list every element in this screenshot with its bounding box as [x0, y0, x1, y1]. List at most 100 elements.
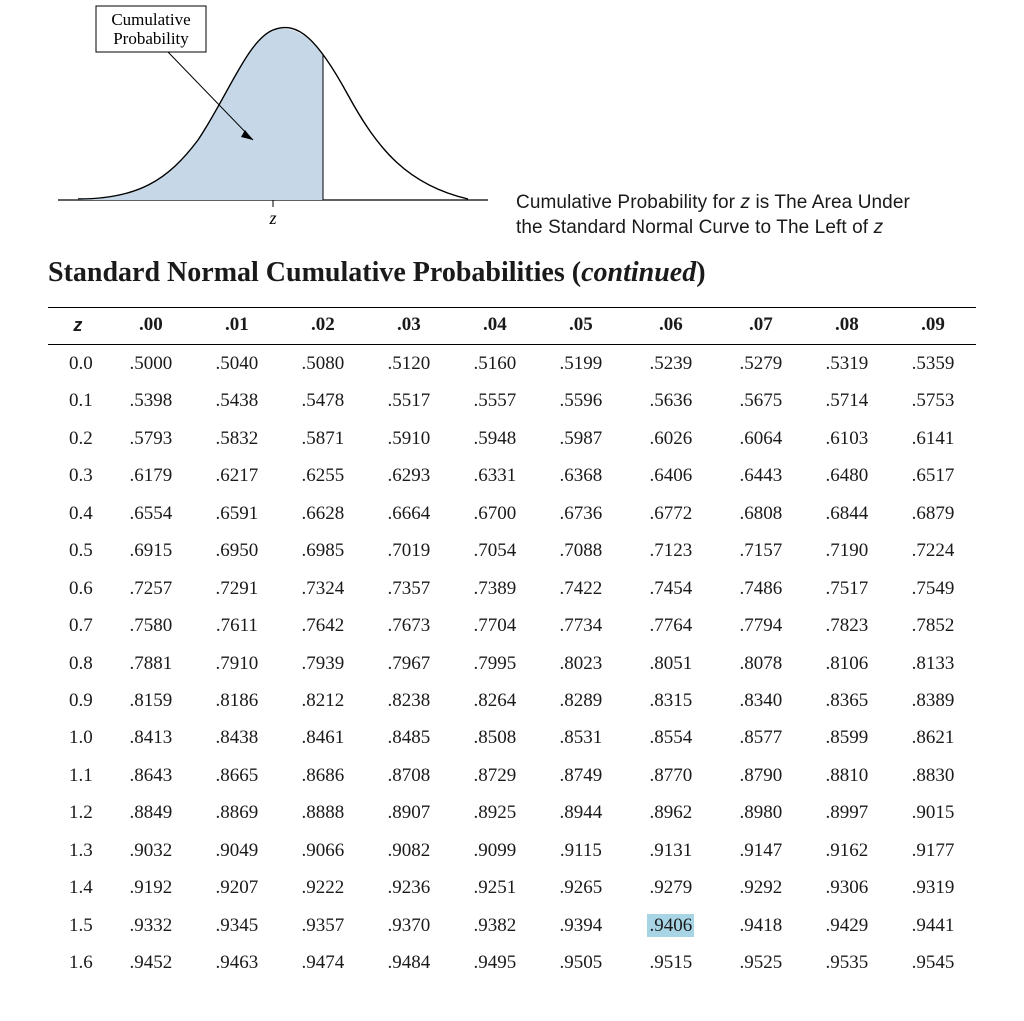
table-cell: .8023 — [538, 645, 624, 682]
table-cell: .6368 — [538, 457, 624, 494]
table-cell: .9147 — [718, 832, 804, 869]
table-cell: .8849 — [108, 794, 194, 831]
table-cell: .8925 — [452, 794, 538, 831]
table-cell: .8621 — [890, 719, 976, 756]
table-cell: .7123 — [624, 532, 718, 569]
table-cell: .5557 — [452, 382, 538, 419]
table-cell: .6293 — [366, 457, 452, 494]
table-cell: .9406 — [624, 907, 718, 944]
label-box-line1: Cumulative — [111, 10, 190, 29]
table-cell: .8686 — [280, 757, 366, 794]
col-header: .08 — [804, 308, 890, 345]
table-cell: .8749 — [538, 757, 624, 794]
table-cell: .7054 — [452, 532, 538, 569]
table-cell: .9452 — [108, 944, 194, 981]
figure-area: z Cumulative Probability Cumulative Prob… — [48, 0, 976, 245]
table-cell: .7995 — [452, 645, 538, 682]
table-cell: .7422 — [538, 570, 624, 607]
caption-text: Cumulative Probability for — [516, 192, 740, 213]
table-cell: .7967 — [366, 645, 452, 682]
title-close: ) — [696, 257, 705, 288]
z-table-body: 0.0.5000.5040.5080.5120.5160.5199.5239.5… — [48, 345, 976, 982]
table-cell: .9418 — [718, 907, 804, 944]
caption-var-z2: z — [874, 217, 884, 238]
col-header: .05 — [538, 308, 624, 345]
table-cell: .7486 — [718, 570, 804, 607]
row-z-value: 1.5 — [48, 907, 108, 944]
table-cell: .9545 — [890, 944, 976, 981]
table-cell: .6879 — [890, 495, 976, 532]
table-cell: .7611 — [194, 607, 280, 644]
table-cell: .9131 — [624, 832, 718, 869]
table-cell: .8770 — [624, 757, 718, 794]
table-cell: .9515 — [624, 944, 718, 981]
col-header: .02 — [280, 308, 366, 345]
table-cell: .9115 — [538, 832, 624, 869]
table-cell: .7389 — [452, 570, 538, 607]
table-cell: .8212 — [280, 682, 366, 719]
table-cell: .5160 — [452, 345, 538, 383]
table-cell: .8340 — [718, 682, 804, 719]
table-cell: .8830 — [890, 757, 976, 794]
row-z-value: 0.5 — [48, 532, 108, 569]
table-cell: .9495 — [452, 944, 538, 981]
table-cell: .5675 — [718, 382, 804, 419]
table-cell: .9535 — [804, 944, 890, 981]
table-row: 0.0.5000.5040.5080.5120.5160.5199.5239.5… — [48, 345, 976, 383]
page: z Cumulative Probability Cumulative Prob… — [0, 0, 1024, 1021]
table-cell: .5478 — [280, 382, 366, 419]
table-cell: .8186 — [194, 682, 280, 719]
table-cell: .6443 — [718, 457, 804, 494]
table-cell: .8315 — [624, 682, 718, 719]
table-row: 1.1.8643.8665.8686.8708.8729.8749.8770.8… — [48, 757, 976, 794]
table-cell: .9370 — [366, 907, 452, 944]
table-row: 0.9.8159.8186.8212.8238.8264.8289.8315.8… — [48, 682, 976, 719]
row-z-value: 0.1 — [48, 382, 108, 419]
table-cell: .9505 — [538, 944, 624, 981]
table-cell: .9345 — [194, 907, 280, 944]
col-header-z: z — [48, 308, 108, 345]
table-cell: .7852 — [890, 607, 976, 644]
z-table-head: z.00.01.02.03.04.05.06.07.08.09 — [48, 308, 976, 345]
table-cell: .8577 — [718, 719, 804, 756]
table-cell: .8508 — [452, 719, 538, 756]
table-row: 0.8.7881.7910.7939.7967.7995.8023.8051.8… — [48, 645, 976, 682]
table-cell: .9484 — [366, 944, 452, 981]
table-cell: .8907 — [366, 794, 452, 831]
table-cell: .9394 — [538, 907, 624, 944]
table-cell: .9222 — [280, 869, 366, 906]
table-cell: .8790 — [718, 757, 804, 794]
caption-text-3: the Standard Normal Curve to The Left of — [516, 217, 874, 238]
table-cell: .6141 — [890, 420, 976, 457]
table-cell: .6217 — [194, 457, 280, 494]
table-cell: .9382 — [452, 907, 538, 944]
table-cell: .8133 — [890, 645, 976, 682]
caption-text-2: is The Area Under — [750, 192, 910, 213]
row-z-value: 0.9 — [48, 682, 108, 719]
table-cell: .9279 — [624, 869, 718, 906]
table-cell: .5199 — [538, 345, 624, 383]
table-cell: .6255 — [280, 457, 366, 494]
table-cell: .5987 — [538, 420, 624, 457]
table-cell: .7673 — [366, 607, 452, 644]
table-cell: .8962 — [624, 794, 718, 831]
table-cell: .9066 — [280, 832, 366, 869]
table-cell: .6736 — [538, 495, 624, 532]
row-z-value: 1.1 — [48, 757, 108, 794]
table-row: 0.2.5793.5832.5871.5910.5948.5987.6026.6… — [48, 420, 976, 457]
table-cell: .8869 — [194, 794, 280, 831]
table-cell: .7734 — [538, 607, 624, 644]
table-row: 0.4.6554.6591.6628.6664.6700.6736.6772.6… — [48, 495, 976, 532]
table-cell: .6480 — [804, 457, 890, 494]
table-cell: .9251 — [452, 869, 538, 906]
table-cell: .6103 — [804, 420, 890, 457]
table-cell: .8365 — [804, 682, 890, 719]
table-cell: .5910 — [366, 420, 452, 457]
table-cell: .7454 — [624, 570, 718, 607]
table-cell: .5319 — [804, 345, 890, 383]
table-cell: .5080 — [280, 345, 366, 383]
table-cell: .5359 — [890, 345, 976, 383]
table-cell: .5000 — [108, 345, 194, 383]
table-cell: .9474 — [280, 944, 366, 981]
table-row: 0.7.7580.7611.7642.7673.7704.7734.7764.7… — [48, 607, 976, 644]
